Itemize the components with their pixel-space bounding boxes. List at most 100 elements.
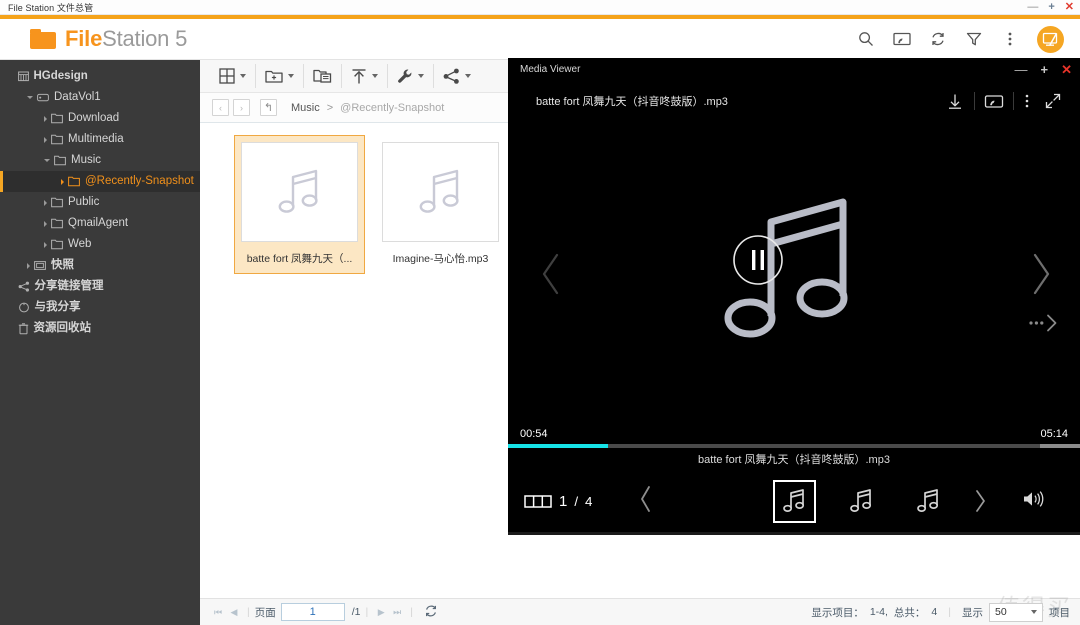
- sidebar-item-[interactable]: 资源回收站: [0, 318, 200, 339]
- sidebar-item-qmailagent[interactable]: QmailAgent: [0, 213, 200, 234]
- page-total: /1: [351, 606, 361, 618]
- chevron-down-icon[interactable]: [27, 96, 33, 99]
- sidebar-item-[interactable]: 快照: [0, 255, 200, 276]
- shared-icon: [18, 302, 30, 313]
- toolbar-share[interactable]: [434, 64, 480, 88]
- sidebar-item-datavol1[interactable]: DataVol1: [0, 87, 200, 108]
- sidebar-item-label: Public: [68, 195, 100, 208]
- snapshot-icon: [34, 260, 46, 271]
- next-media-button[interactable]: [1028, 250, 1054, 298]
- chevron-right-icon[interactable]: [61, 178, 64, 185]
- page-size-select[interactable]: 50: [989, 602, 1043, 622]
- status-summary: 显示项目： 1-4, 总共： 4 | 显示 50 项目: [811, 602, 1070, 622]
- search-icon[interactable]: [857, 30, 875, 48]
- sidebar-item-[interactable]: 分享链接管理: [0, 276, 200, 297]
- nav-forward-button[interactable]: ›: [233, 99, 250, 116]
- cast-icon[interactable]: [893, 30, 911, 48]
- os-minimize-button[interactable]: —: [1027, 2, 1038, 13]
- skip-forward-icon[interactable]: [1028, 314, 1058, 332]
- cast-icon[interactable]: [975, 94, 1013, 109]
- media-viewer-close-button[interactable]: ✕: [1061, 63, 1072, 76]
- app-brand: FileStation 5: [0, 26, 187, 52]
- chevron-right-icon[interactable]: [44, 220, 47, 227]
- nav-back-button[interactable]: ‹: [212, 99, 229, 116]
- expand-icon[interactable]: [1040, 93, 1066, 109]
- sidebar-item-[interactable]: 与我分享: [0, 297, 200, 318]
- playlist-separator: /: [574, 493, 579, 509]
- page-last-button[interactable]: ⏭: [389, 607, 405, 618]
- progress-track[interactable]: [508, 444, 1080, 448]
- os-maximize-button[interactable]: +: [1048, 2, 1054, 13]
- sidebar-item-label: 分享链接管理: [34, 279, 104, 292]
- playlist-thumbnail-2[interactable]: [840, 480, 883, 523]
- toolbar-new-folder[interactable]: [256, 64, 304, 88]
- server-icon: [17, 71, 29, 82]
- toolbar-view-mode[interactable]: [210, 64, 256, 88]
- total-time: 05:14: [1040, 428, 1068, 440]
- folder-logo-icon: [30, 29, 56, 49]
- download-icon[interactable]: [936, 93, 974, 110]
- playlist-next-button[interactable]: [974, 488, 987, 514]
- divider: |: [410, 606, 413, 618]
- progress-buffer: [1039, 444, 1080, 448]
- folder-icon: [68, 176, 80, 187]
- media-viewer-title: Media Viewer: [520, 63, 581, 75]
- app-badge-icon[interactable]: [1037, 25, 1064, 53]
- sidebar-item-music[interactable]: Music: [0, 150, 200, 171]
- previous-media-button[interactable]: [538, 250, 564, 298]
- volume-icon: [37, 92, 49, 103]
- page-next-button[interactable]: ▶: [373, 607, 389, 618]
- playlist-thumbnail-1[interactable]: [773, 479, 816, 523]
- header-actions: [857, 25, 1064, 53]
- chevron-right-icon[interactable]: [44, 241, 47, 248]
- file-tile[interactable]: Imagine-马心怡.mp3: [375, 135, 506, 274]
- volume-icon[interactable]: [1022, 489, 1046, 514]
- pause-button[interactable]: [732, 234, 784, 291]
- sidebar-item-public[interactable]: Public: [0, 192, 200, 213]
- chevron-right-icon[interactable]: [44, 199, 47, 206]
- more-vertical-icon[interactable]: [1014, 93, 1040, 109]
- media-viewer-maximize-button[interactable]: +: [1041, 63, 1049, 76]
- playlist-prev-button[interactable]: [638, 484, 654, 519]
- chevron-down-icon[interactable]: [44, 159, 50, 162]
- app-title: FileStation 5: [65, 26, 187, 52]
- page-first-button[interactable]: ⏮: [210, 607, 226, 618]
- file-tile[interactable]: batte fort 凤舞九天（...: [234, 135, 365, 274]
- breadcrumb-root[interactable]: Music: [291, 102, 320, 114]
- os-close-button[interactable]: ✕: [1065, 2, 1074, 13]
- sidebar: HGdesign DataVol1 Download Multimedia Music @…: [0, 60, 200, 625]
- chevron-right-icon[interactable]: [44, 136, 47, 143]
- status-refresh-icon[interactable]: [424, 604, 438, 621]
- page-size-value: 50: [995, 606, 1007, 618]
- toolbar-upload[interactable]: [342, 64, 388, 88]
- refresh-icon[interactable]: [929, 30, 947, 48]
- music-note-icon: [850, 489, 872, 512]
- toolbar-tools[interactable]: [388, 64, 434, 88]
- sidebar-item-download[interactable]: Download: [0, 108, 200, 129]
- sidebar-item-web[interactable]: Web: [0, 234, 200, 255]
- chevron-right-icon[interactable]: [27, 262, 30, 269]
- sidebar-item-hgdesign[interactable]: HGdesign: [0, 66, 200, 87]
- current-time: 00:54: [520, 428, 548, 440]
- filter-icon[interactable]: [965, 30, 983, 48]
- playlist-thumbnail-3[interactable]: [907, 480, 950, 523]
- playback-progress[interactable]: 00:54 05:14: [508, 426, 1080, 448]
- sidebar-item-label: Music: [71, 153, 102, 166]
- nav-up-button[interactable]: ↰: [260, 99, 277, 116]
- recyclebin-icon: [18, 322, 29, 335]
- media-viewer-minimize-button[interactable]: —: [1015, 63, 1028, 76]
- page-prev-button[interactable]: ◀: [226, 607, 242, 618]
- chevron-right-icon[interactable]: [44, 115, 47, 122]
- sidebar-item-label: 快照: [51, 258, 74, 271]
- sidebar-item-recently-snapshot[interactable]: @Recently-Snapshot: [0, 171, 200, 192]
- playlist-thumbnails: [773, 479, 987, 523]
- folder-icon: [51, 218, 63, 229]
- toolbar-copy-paste[interactable]: [304, 64, 342, 88]
- total-label: 总共：: [893, 606, 926, 619]
- more-vertical-icon[interactable]: [1001, 30, 1019, 48]
- breadcrumb-current: @Recently-Snapshot: [340, 101, 445, 114]
- status-bar: ⏮ ◀ | 页面 1 /1 | ▶ ⏭ | 值得买 显示项目： 1-4, 总共：: [200, 595, 1080, 625]
- media-viewer-controls: 1 / 4: [508, 470, 1080, 532]
- page-input[interactable]: 1: [280, 603, 345, 621]
- sidebar-item-multimedia[interactable]: Multimedia: [0, 129, 200, 150]
